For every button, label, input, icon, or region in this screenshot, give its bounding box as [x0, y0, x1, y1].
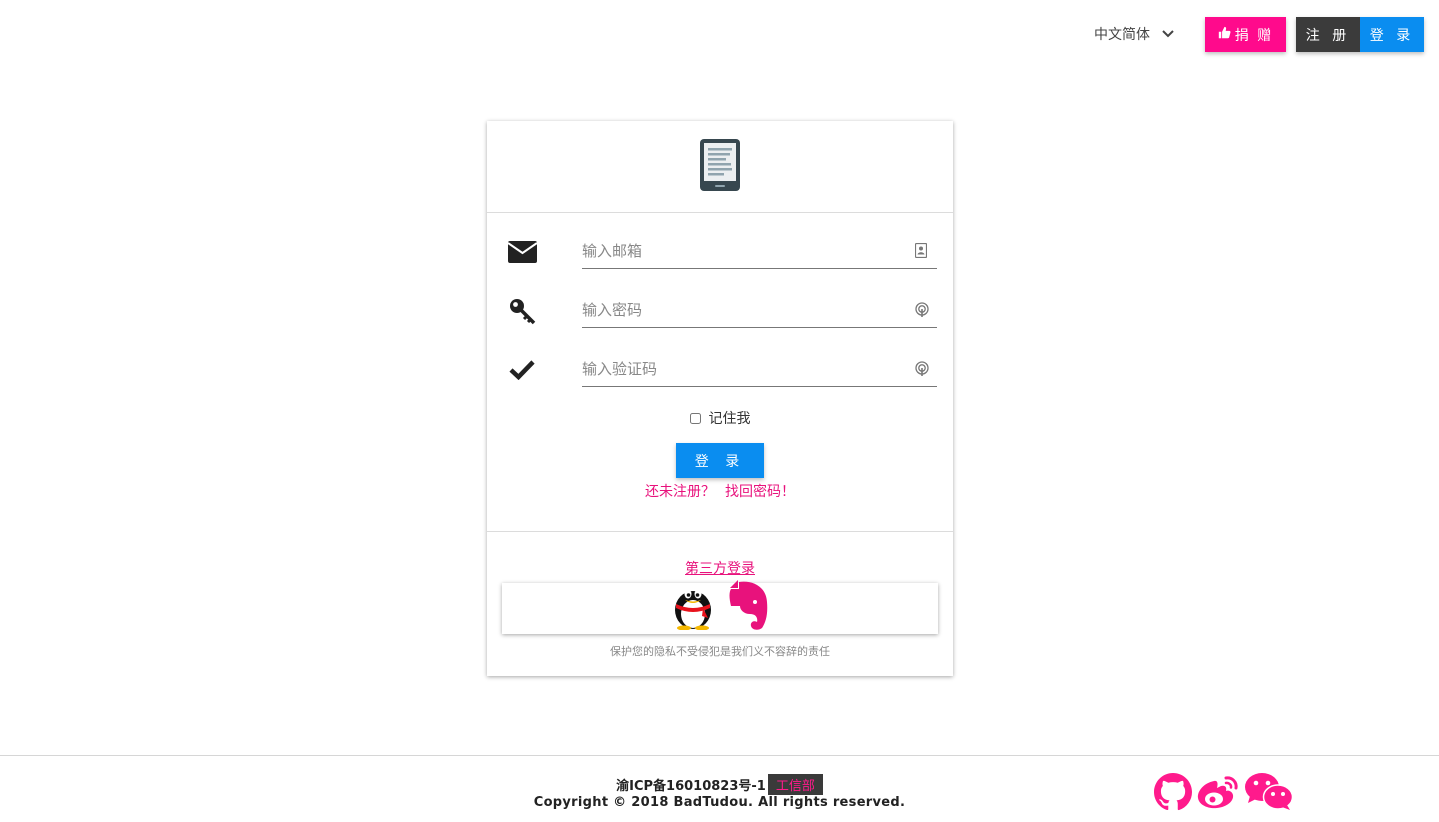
- privacy-note: 保护您的隐私不受侵犯是我们义不容辞的责任: [610, 645, 830, 658]
- forgot-password-link[interactable]: 找回密码！: [725, 481, 795, 501]
- card-header: [487, 121, 953, 213]
- footer-social-icons: [1154, 772, 1294, 816]
- wechat-icon[interactable]: [1244, 772, 1294, 816]
- password-field[interactable]: [582, 294, 902, 326]
- password-field-wrapper: [582, 294, 937, 328]
- key-icon: [507, 296, 537, 326]
- email-field[interactable]: [582, 235, 902, 267]
- password-row: [487, 284, 953, 336]
- email-field-wrapper: [582, 235, 937, 269]
- envelope-icon: [507, 237, 537, 267]
- donate-button[interactable]: 捐 赠: [1205, 17, 1286, 52]
- chevron-down-icon: [1162, 30, 1174, 38]
- icp-text: 渝ICP备16010823号-1: [616, 779, 766, 794]
- captcha-field-wrapper: [582, 353, 937, 387]
- third-party-login-link[interactable]: 第三方登录: [685, 561, 755, 577]
- auth-links: 还未注册？ 找回密码！: [487, 481, 953, 501]
- donate-label: 捐 赠: [1234, 27, 1274, 44]
- top-bar: 中文简体 捐 赠 注 册 登 录: [0, 0, 1439, 70]
- icp-badge-link[interactable]: 工信部: [767, 774, 823, 795]
- captcha-row: [487, 343, 953, 395]
- third-party-title: 第三方登录: [487, 558, 953, 578]
- evernote-icon[interactable]: [722, 580, 770, 634]
- auth-button-group: 注 册 登 录: [1296, 17, 1424, 52]
- contact-card-icon: [914, 242, 929, 259]
- fingerprint-icon: [915, 302, 929, 318]
- login-submit-button[interactable]: 登 录: [676, 443, 764, 478]
- login-card: 记住我 登 录 还未注册？ 找回密码！ 第三方登录: [487, 121, 953, 676]
- qq-icon[interactable]: [670, 580, 716, 634]
- checkmark-icon: [507, 355, 537, 385]
- email-row: [487, 225, 953, 277]
- language-selector[interactable]: 中文简体: [1094, 24, 1174, 44]
- divider: [487, 531, 953, 532]
- weibo-icon[interactable]: [1196, 773, 1240, 815]
- language-label: 中文简体: [1094, 27, 1150, 43]
- third-party-providers: [502, 580, 938, 634]
- remember-label: 记住我: [708, 411, 751, 427]
- footer: 渝ICP备16010823号-1 工信部 Copyright © 2018 Bad…: [0, 755, 1439, 822]
- github-icon[interactable]: [1154, 773, 1192, 815]
- register-link[interactable]: 还未注册？: [645, 481, 715, 501]
- fingerprint-icon: [915, 361, 929, 377]
- thumbs-up-icon: [1218, 26, 1231, 43]
- remember-checkbox[interactable]: [689, 412, 701, 424]
- remember-me[interactable]: 记住我: [487, 408, 953, 428]
- register-button[interactable]: 注 册: [1296, 17, 1360, 52]
- login-button-top[interactable]: 登 录: [1360, 17, 1424, 52]
- ebook-reader-icon: [699, 138, 741, 196]
- captcha-field[interactable]: [582, 353, 902, 385]
